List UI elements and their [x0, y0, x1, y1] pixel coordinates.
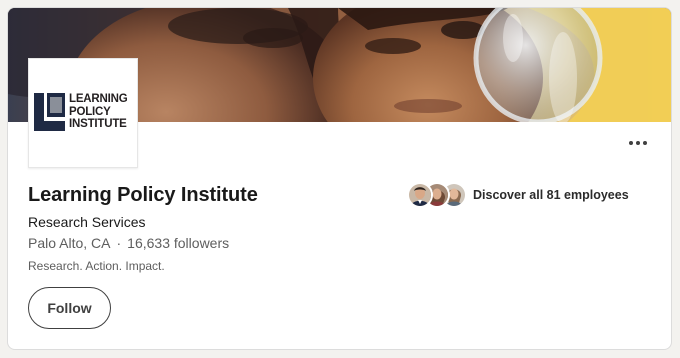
discover-employees-label: Discover all 81 employees	[473, 188, 629, 202]
logo-line-2: POLICY	[69, 105, 111, 118]
logo-line-3: INSTITUTE	[69, 118, 127, 130]
more-horizontal-icon	[629, 141, 647, 145]
discover-employees-link[interactable]: Discover all 81 employees	[407, 182, 629, 208]
company-card: LEARNING POLICY INSTITUTE Learning Polic…	[7, 7, 672, 350]
more-options-button[interactable]	[624, 132, 652, 154]
company-meta: Palo Alto, CA · 16,633 followers	[28, 235, 229, 251]
company-name[interactable]: Learning Policy Institute	[28, 184, 258, 207]
company-location: Palo Alto, CA	[28, 235, 111, 251]
company-logo[interactable]: LEARNING POLICY INSTITUTE	[28, 58, 138, 168]
employee-avatars	[407, 182, 467, 208]
follow-button[interactable]: Follow	[28, 287, 111, 329]
lpi-logo-mark	[34, 93, 65, 131]
avatar	[407, 182, 433, 208]
logo-line-1: LEARNING	[69, 93, 128, 105]
meta-separator: ·	[116, 235, 122, 251]
company-tagline: Research. Action. Impact.	[28, 259, 165, 273]
logo-wordmark: LEARNING POLICY INSTITUTE	[69, 93, 135, 131]
followers-count[interactable]: 16,633 followers	[127, 235, 229, 251]
company-industry: Research Services	[28, 214, 146, 230]
